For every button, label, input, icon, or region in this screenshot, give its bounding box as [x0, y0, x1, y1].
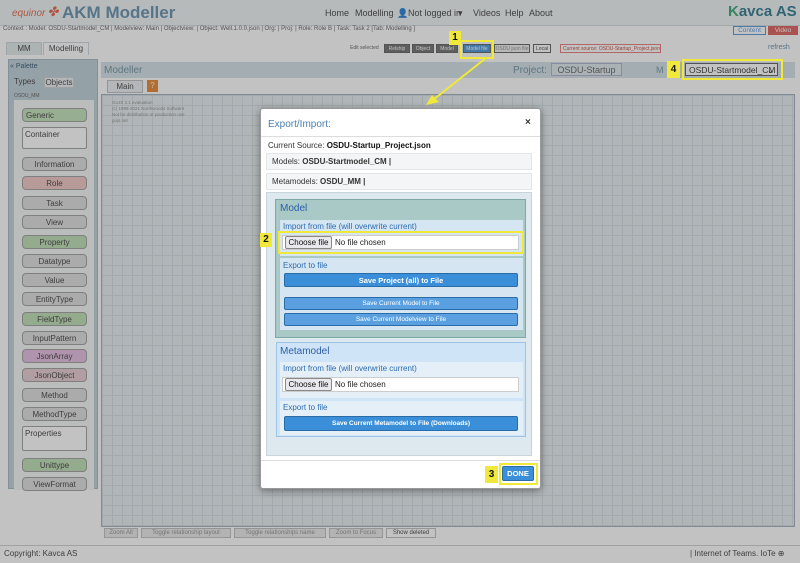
annotation-arrow	[426, 57, 487, 105]
